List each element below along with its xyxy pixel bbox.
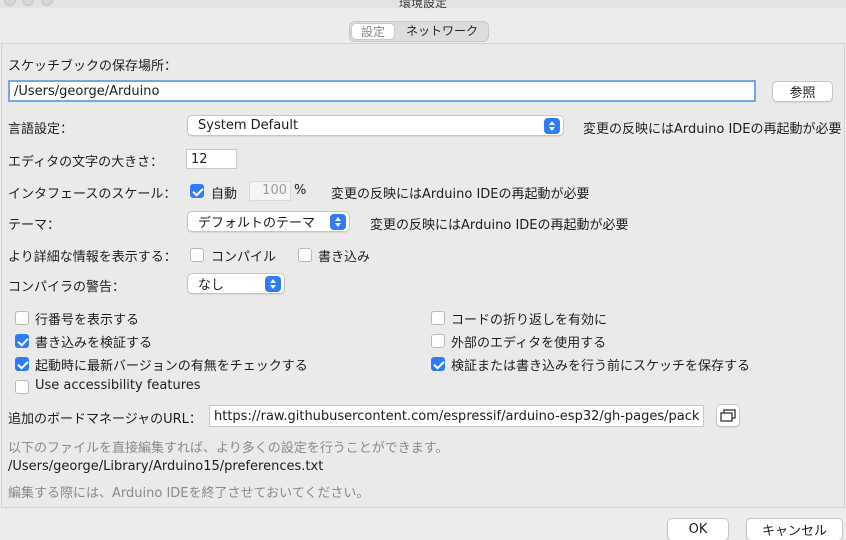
compiler-warnings-select[interactable]: なし xyxy=(187,273,285,294)
scale-percent-input[interactable]: 100 xyxy=(249,181,291,201)
scale-restart-note: 変更の反映にはArduino IDEの再起動が必要 xyxy=(331,187,590,202)
verbose-label: より詳細な情報を表示する： xyxy=(8,250,177,265)
preferences-file-path: /Users/george/Library/Arduino15/preferen… xyxy=(8,459,324,474)
boards-url-input[interactable]: https://raw.githubusercontent.com/espres… xyxy=(209,405,704,427)
check-updates-checkbox[interactable] xyxy=(15,357,29,371)
popup-arrows-icon xyxy=(544,118,560,134)
popup-arrows-icon xyxy=(330,214,346,230)
code-folding-checkbox[interactable] xyxy=(431,311,445,325)
window-title: 環境設定 xyxy=(398,0,447,10)
browse-button[interactable]: 参照 xyxy=(772,81,833,102)
save-before-verify-label: 検証または書き込みを行う前にスケッチを保存する xyxy=(451,359,751,374)
verify-upload-label: 書き込みを検証する xyxy=(35,336,153,351)
language-select-value: System Default xyxy=(198,118,299,133)
accessibility-checkbox[interactable] xyxy=(15,380,29,394)
scale-auto-label: 自動 xyxy=(211,187,238,202)
scale-percent-unit: % xyxy=(294,183,307,198)
compiler-warnings-label: コンパイラの警告： xyxy=(8,280,126,295)
theme-restart-note: 変更の反映にはArduino IDEの再起動が必要 xyxy=(370,218,629,233)
info-direct-edit-text: 以下のファイルを直接編集すれば、より多くの設定を行うことができます。 xyxy=(8,441,449,456)
ok-button[interactable]: OK xyxy=(667,518,729,540)
accessibility-label: Use accessibility features xyxy=(35,378,201,393)
font-size-label: エディタの文字の大きさ： xyxy=(8,155,164,170)
title-bar: 環境設定 xyxy=(0,0,846,10)
tab-network[interactable]: ネットワーク xyxy=(396,22,488,41)
theme-select[interactable]: デフォルトのテーマ xyxy=(187,211,350,232)
sketchbook-label: スケッチブックの保存場所： xyxy=(8,59,178,74)
cancel-button[interactable]: キャンセル xyxy=(746,518,843,540)
external-editor-checkbox[interactable] xyxy=(431,334,445,348)
theme-select-value: デフォルトのテーマ xyxy=(198,216,316,231)
language-label: 言語設定： xyxy=(8,122,74,137)
external-editor-label: 外部のエディタを使用する xyxy=(451,336,607,351)
window-list-icon xyxy=(720,408,736,422)
show-line-numbers-checkbox[interactable] xyxy=(15,311,29,325)
compiler-warnings-value: なし xyxy=(198,278,225,293)
popup-arrows-icon xyxy=(265,276,281,292)
verbose-compile-checkbox[interactable] xyxy=(190,248,204,262)
edit-urls-button[interactable] xyxy=(716,404,740,427)
verbose-compile-label: コンパイル xyxy=(211,250,277,265)
boards-url-label: 追加のボードマネージャのURL： xyxy=(8,412,202,427)
interface-scale-label: インタフェースのスケール： xyxy=(8,187,177,202)
tab-bar: 設定 ネットワーク xyxy=(349,21,490,42)
sketchbook-path-input[interactable]: /Users/george/Arduino xyxy=(8,80,756,102)
save-before-verify-checkbox[interactable] xyxy=(431,357,445,371)
tab-settings[interactable]: 設定 xyxy=(351,23,396,40)
scale-auto-checkbox[interactable] xyxy=(190,184,204,198)
language-select[interactable]: System Default xyxy=(187,115,564,136)
show-line-numbers-label: 行番号を表示する xyxy=(35,313,140,328)
theme-label: テーマ： xyxy=(8,218,61,233)
language-restart-note: 変更の反映にはArduino IDEの再起動が必要 xyxy=(583,122,842,137)
info-close-ide-text: 編集する際には、Arduino IDEを終了させておいてください。 xyxy=(8,486,370,501)
verbose-upload-checkbox[interactable] xyxy=(298,248,312,262)
verify-upload-checkbox[interactable] xyxy=(15,334,29,348)
verbose-upload-label: 書き込み xyxy=(318,250,371,265)
check-updates-label: 起動時に最新バージョンの有無をチェックする xyxy=(35,359,308,374)
code-folding-label: コードの折り返しを有効に xyxy=(451,313,608,328)
font-size-input[interactable]: 12 xyxy=(186,149,237,169)
